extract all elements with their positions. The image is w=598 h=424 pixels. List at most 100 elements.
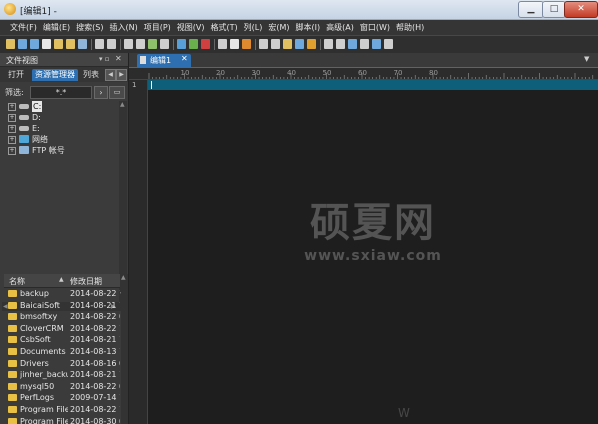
expand-icon[interactable]: + [8, 103, 16, 111]
toolbar-button-icon[interactable] [324, 39, 333, 49]
toolbar-button-icon[interactable] [18, 39, 27, 49]
column-name[interactable]: 名称 [9, 276, 25, 287]
file-list-row[interactable]: bmsoftxy 2014-08-22 08 [4, 311, 120, 322]
tree-item-label: FTP 帐号 [32, 146, 65, 155]
expand-icon[interactable]: + [8, 125, 16, 133]
file-list-row[interactable]: BaicaiSoft 2014-08-21 16 [4, 300, 120, 311]
expand-icon[interactable]: + [8, 114, 16, 122]
toolbar-button-icon[interactable] [95, 39, 104, 49]
folder-icon [8, 313, 17, 321]
ruler-label: 30 [252, 69, 261, 77]
tab-close-icon[interactable]: ✕ [181, 54, 188, 63]
file-list-row[interactable]: backup 2014-08-22 10 [4, 288, 120, 299]
toolbar-button-icon[interactable] [372, 39, 381, 49]
file-list-row[interactable]: CloverCRM 2014-08-22 12 [4, 323, 120, 334]
filter-input[interactable]: *.* [30, 86, 92, 99]
menu-item[interactable]: 宏(M) [268, 22, 289, 33]
file-list-row[interactable]: Program Files2014-08-22 12 [4, 404, 120, 415]
file-list-row[interactable]: PerfLogs 2009-07-14 11 [4, 392, 120, 403]
tab-list[interactable]: 列表 [80, 69, 102, 81]
toolbar-button-icon[interactable] [259, 39, 268, 49]
menu-item[interactable]: 编辑(E) [43, 22, 70, 33]
toolbar-button-icon[interactable] [107, 39, 116, 49]
toolbar-button-icon[interactable] [230, 39, 239, 49]
column-modified-date[interactable]: 修改日期 [70, 276, 102, 287]
menu-item[interactable]: 文件(F) [10, 22, 37, 33]
expand-icon[interactable]: + [8, 147, 16, 155]
folder-icon [8, 301, 17, 309]
toolbar-separator [120, 39, 121, 50]
file-name: BaicaiSoft [20, 300, 60, 310]
panel-pin-icon[interactable]: ▾ ▫ [99, 55, 109, 63]
toolbar-button-icon[interactable] [136, 39, 145, 49]
tab-scroll-right-button[interactable]: ▶ [116, 69, 127, 81]
toolbar-button-icon[interactable] [6, 39, 15, 49]
editor-tab-label: 编辑1 [150, 56, 172, 65]
file-name: backup [20, 289, 49, 298]
editor-text-area[interactable]: 硕夏网 www.sxiaw.com W [148, 80, 598, 424]
menu-item[interactable]: 项目(P) [144, 22, 171, 33]
toolbar-button-icon[interactable] [271, 39, 280, 49]
file-view-panel: 文件视图 ▾ ▫ ✕ 打开 资源管理器 列表 ◀ ▶ 筛选: *.* › ▭ +… [0, 53, 129, 424]
menu-item[interactable]: 搜索(S) [76, 22, 103, 33]
tree-item-label: 网络 [32, 135, 48, 144]
menu-item[interactable]: 脚本(I) [296, 22, 321, 33]
menu-item[interactable]: 高级(A) [326, 22, 354, 33]
file-list-row[interactable]: Program File...2014-08-30 09 [4, 416, 120, 424]
toolbar-button-icon[interactable] [148, 39, 157, 49]
tab-list-dropdown-icon[interactable]: ▼ [584, 55, 589, 63]
menu-item[interactable]: 窗口(W) [360, 22, 390, 33]
file-list-row[interactable]: mysql50 2014-08-22 08 [4, 381, 120, 392]
menu-item[interactable]: 插入(N) [109, 22, 137, 33]
toolbar-button-icon[interactable] [201, 39, 210, 49]
toolbar-button-icon[interactable] [336, 39, 345, 49]
toolbar-button-icon[interactable] [54, 39, 63, 49]
toolbar-button-icon[interactable] [66, 39, 75, 49]
folder-icon [8, 371, 17, 379]
toolbar-button-icon[interactable] [124, 39, 133, 49]
toolbar-button-icon[interactable] [348, 39, 357, 49]
toolbar-button-icon[interactable] [360, 39, 369, 49]
toolbar-button-icon[interactable] [295, 39, 304, 49]
toolbar-button-icon[interactable] [283, 39, 292, 49]
menu-item[interactable]: 格式(T) [211, 22, 238, 33]
tab-scroll-left-button[interactable]: ◀ [105, 69, 116, 81]
file-list-row[interactable]: CsbSoft 2014-08-21 13 [4, 334, 120, 345]
menu-item[interactable]: 帮助(H) [396, 22, 424, 33]
file-list-row[interactable]: Drivers 2014-08-16 09 [4, 358, 120, 369]
toolbar-button-icon[interactable] [42, 39, 51, 49]
toolbar-button-icon[interactable] [307, 39, 316, 49]
file-list-row[interactable]: Documents 2014-08-13 14 [4, 346, 120, 357]
toolbar-button-icon[interactable] [30, 39, 39, 49]
ruler-label: 70 [394, 69, 403, 77]
tab-open[interactable]: 打开 [5, 69, 27, 81]
toolbar-button-icon[interactable] [160, 39, 169, 49]
toolbar-button-icon[interactable] [218, 39, 227, 49]
close-button[interactable]: ✕ [564, 1, 598, 18]
file-list-vertical-scrollbar[interactable]: ▲ [121, 274, 128, 424]
toolbar-button-icon[interactable] [242, 39, 251, 49]
tab-explorer[interactable]: 资源管理器 [32, 69, 78, 81]
expand-icon[interactable]: + [8, 136, 16, 144]
filter-row: 筛选: *.* › ▭ [0, 84, 128, 100]
open-folder-button[interactable]: ▭ [109, 86, 125, 99]
panel-close-icon[interactable]: ✕ [115, 54, 122, 63]
filter-apply-button[interactable]: › [94, 86, 108, 99]
toolbar-button-icon[interactable] [177, 39, 186, 49]
minimize-button[interactable]: ▁ [518, 1, 544, 18]
toolbar-button-icon[interactable] [384, 39, 393, 49]
file-list-row[interactable]: jinher_backup2014-08-21 18 [4, 369, 120, 380]
file-name: Documents [20, 347, 66, 356]
toolbar-button-icon[interactable] [78, 39, 87, 49]
toolbar-button-icon[interactable] [189, 39, 198, 49]
sort-ascending-icon: ▲ [59, 276, 64, 283]
menu-item[interactable]: 列(L) [244, 22, 263, 33]
menu-item[interactable]: 视图(V) [177, 22, 205, 33]
toolbar-separator [173, 39, 174, 50]
tree-item-label: D: [32, 113, 41, 122]
file-name: jinher_backup [20, 370, 68, 380]
filter-label: 筛选: [5, 88, 24, 97]
file-modified-date: 2014-08-13 14 [70, 347, 120, 356]
editor-tab[interactable]: 编辑1 ✕ [137, 54, 191, 67]
maximize-button[interactable]: □ [542, 1, 566, 18]
